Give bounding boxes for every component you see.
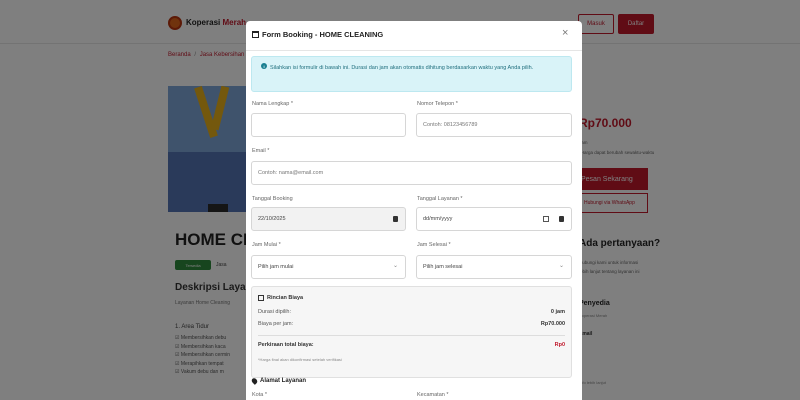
telepon-field[interactable]: Contoh: 08123456789: [416, 113, 572, 137]
tanggal-layanan-field[interactable]: dd/mm/yyyy: [416, 207, 572, 231]
total-value: Rp0: [554, 342, 565, 348]
tanggal-booking-label: Tanggal Booking: [252, 196, 293, 202]
date-picker-icon[interactable]: [543, 216, 549, 222]
nama-field[interactable]: [251, 113, 406, 137]
booking-modal: Form Booking - HOME CLEANING × i Silahka…: [246, 21, 582, 400]
map-pin-icon: [250, 377, 259, 385]
jam-selesai-select[interactable]: Pilih jam selesai ⌄: [416, 255, 572, 279]
telepon-label: Nomor Telepon *: [417, 101, 458, 107]
cost-summary-title: Rincian Biaya: [258, 295, 303, 301]
duration-label: Durasi dipilih:: [258, 309, 292, 315]
email-placeholder: Contoh: nama@email.com: [258, 170, 324, 176]
kecamatan-label: Kecamatan *: [417, 392, 449, 398]
divider: [258, 335, 565, 336]
chevron-down-icon: ⌄: [558, 263, 564, 269]
calendar-icon: [559, 216, 564, 222]
alamat-title: Alamat Layanan: [250, 377, 306, 385]
jam-selesai-label: Jam Selesai *: [417, 242, 451, 248]
close-icon[interactable]: ×: [562, 28, 568, 39]
chevron-down-icon: ⌄: [392, 263, 398, 269]
receipt-icon: [258, 295, 264, 301]
tanggal-booking-field: 22/10/2025: [251, 207, 406, 231]
rate-value: Rp70.000: [540, 321, 565, 327]
jam-selesai-value: Pilih jam selesai: [423, 264, 463, 270]
tanggal-layanan-value: dd/mm/yyyy: [423, 216, 453, 222]
tanggal-layanan-label: Tanggal Layanan *: [417, 196, 463, 202]
email-field[interactable]: Contoh: nama@email.com: [251, 161, 572, 185]
jam-mulai-select[interactable]: Pilih jam mulai ⌄: [251, 255, 406, 279]
modal-header: Form Booking - HOME CLEANING ×: [246, 21, 582, 51]
tanggal-booking-value: 22/10/2025: [258, 216, 286, 222]
telepon-placeholder: Contoh: 08123456789: [423, 122, 478, 128]
total-label: Perkiraan total biaya:: [258, 342, 314, 348]
nama-label: Nama Lengkap *: [252, 101, 293, 107]
calendar-icon: [252, 31, 259, 38]
duration-value: 0 jam: [550, 309, 565, 315]
info-alert-text: Silahkan isi formulir di bawah ini. Dura…: [270, 65, 534, 71]
cost-note: *Harga final akan dikonfirmasi setelah v…: [258, 357, 342, 362]
modal-title: Form Booking - HOME CLEANING: [252, 30, 383, 39]
info-alert: i Silahkan isi formulir di bawah ini. Du…: [251, 56, 572, 92]
email-label: Email *: [252, 148, 270, 154]
cost-summary: Rincian Biaya Durasi dipilih: 0 jam Biay…: [251, 286, 572, 378]
jam-mulai-value: Pilih jam mulai: [258, 264, 294, 270]
jam-mulai-label: Jam Mulai *: [252, 242, 281, 248]
calendar-icon: [393, 216, 398, 222]
kota-label: Kota *: [252, 392, 267, 398]
rate-label: Biaya per jam:: [258, 321, 294, 327]
